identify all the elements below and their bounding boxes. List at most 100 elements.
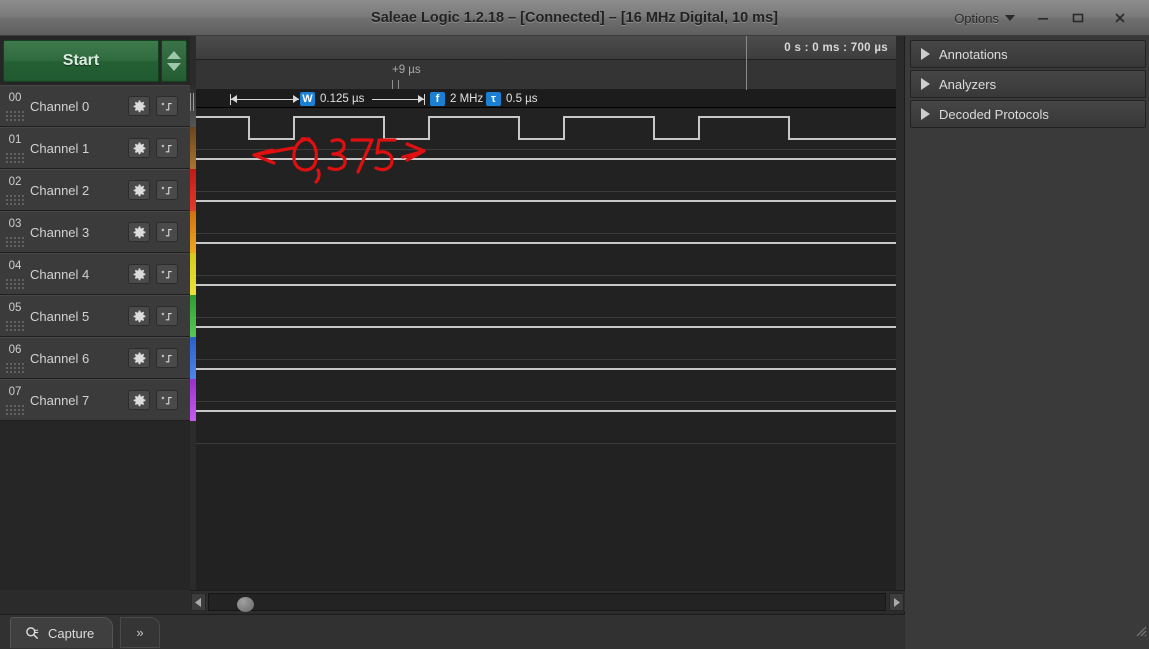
waveform-row[interactable]	[196, 402, 896, 444]
sidebar-panel-annotations[interactable]: Annotations	[910, 40, 1146, 68]
channel-row[interactable]: 01 Channel 1	[0, 127, 190, 169]
gear-icon	[133, 141, 145, 154]
capture-expand-button[interactable]: »	[120, 617, 160, 648]
channel-trigger-button[interactable]	[156, 138, 178, 158]
channel-row[interactable]: 06 Channel 6	[0, 337, 190, 379]
channel-trigger-button[interactable]	[156, 180, 178, 200]
channel-drag-handle[interactable]	[5, 110, 25, 122]
scroll-track[interactable]	[208, 593, 886, 612]
measure-line-right	[372, 99, 424, 100]
channel-trigger-button[interactable]	[156, 96, 178, 116]
chevron-left-icon	[195, 597, 201, 607]
channel-index: 04	[8, 260, 22, 272]
channel-row[interactable]: 07 Channel 7	[0, 379, 190, 421]
waveform-segment	[653, 116, 655, 140]
ruler-label: +9 µs	[392, 64, 421, 76]
trigger-edge-icon	[161, 144, 172, 152]
triangle-right-icon	[921, 108, 930, 120]
channel-trigger-button[interactable]	[156, 264, 178, 284]
waveform-segment	[563, 116, 565, 140]
channel-name: Channel 2	[30, 183, 90, 198]
minimize-button[interactable]	[1025, 0, 1060, 36]
trigger-edge-icon	[161, 228, 172, 236]
channel-drag-handle[interactable]	[5, 320, 25, 332]
channel-trigger-button[interactable]	[156, 222, 178, 242]
waveform-graph[interactable]	[196, 108, 896, 590]
channel-drag-handle[interactable]	[5, 404, 25, 416]
timeline-header[interactable]: 0 s : 0 ms : 700 µs	[196, 36, 896, 60]
channel-index: 01	[8, 134, 22, 146]
waveform-segment	[383, 116, 385, 140]
channel-trigger-button[interactable]	[156, 306, 178, 326]
channel-row[interactable]: 05 Channel 5	[0, 295, 190, 337]
capture-options-stepper[interactable]	[161, 40, 187, 82]
tab-capture[interactable]: Capture	[10, 617, 114, 648]
waveform-segment	[653, 138, 698, 140]
horizontal-scrollbar[interactable]	[190, 590, 905, 612]
start-button[interactable]: Start	[3, 40, 159, 82]
waveform-row[interactable]	[196, 276, 896, 318]
waveform-row[interactable]	[196, 192, 896, 234]
waveform-segment	[383, 138, 428, 140]
channel-drag-handle[interactable]	[5, 194, 25, 206]
width-value: 0.125 µs	[320, 93, 365, 105]
frequency-badge: f	[430, 92, 445, 106]
waveform-row[interactable]	[196, 150, 896, 192]
channel-drag-handle[interactable]	[5, 362, 25, 374]
channel-trigger-button[interactable]	[156, 390, 178, 410]
channel-list: 00 Channel 0 01 Channel 1 02 Channel 2 03 Chann…	[0, 85, 190, 590]
sidebar-panel-label: Annotations	[939, 46, 1008, 62]
options-menu-button[interactable]: Options	[944, 0, 1025, 36]
channel-settings-button[interactable]	[128, 348, 150, 368]
scroll-right-button[interactable]	[889, 593, 904, 611]
channel-drag-handle[interactable]	[5, 152, 25, 164]
channel-drag-handle[interactable]	[5, 278, 25, 290]
channel-drag-handle[interactable]	[5, 236, 25, 248]
minimize-icon	[1037, 18, 1048, 20]
trigger-edge-icon	[161, 396, 172, 404]
waveform-segment	[518, 138, 563, 140]
channel-name: Channel 4	[30, 267, 90, 282]
waveform-segment	[293, 116, 295, 140]
channel-row[interactable]: 03 Channel 3	[0, 211, 190, 253]
waveform-row[interactable]	[196, 360, 896, 402]
maximize-button[interactable]	[1060, 0, 1095, 36]
waveform-segment	[293, 116, 383, 118]
sidebar-panel-analyzers[interactable]: Analyzers	[910, 70, 1146, 98]
scroll-thumb[interactable]	[237, 597, 254, 612]
time-cursor-line	[746, 36, 747, 60]
triangle-down-icon	[167, 63, 181, 71]
gear-icon	[133, 267, 145, 280]
gear-icon	[133, 351, 145, 364]
scroll-left-button[interactable]	[191, 593, 206, 611]
waveform-row[interactable]	[196, 234, 896, 276]
channel-settings-button[interactable]	[128, 222, 150, 242]
pane-divider-handle[interactable]	[188, 85, 196, 119]
channel-settings-button[interactable]	[128, 180, 150, 200]
trigger-edge-icon	[161, 186, 172, 194]
channel-settings-button[interactable]	[128, 264, 150, 284]
time-ruler[interactable]: +9 µs	[196, 60, 896, 90]
gear-icon	[133, 309, 145, 322]
channel-row[interactable]: 04 Channel 4	[0, 253, 190, 295]
channel-settings-button[interactable]	[128, 306, 150, 326]
measure-arrow-mid-icon	[293, 95, 299, 103]
waveform-row[interactable]	[196, 318, 896, 360]
close-button[interactable]	[1102, 0, 1137, 36]
ruler-tick	[398, 80, 399, 89]
frequency-value: 2 MHz	[450, 93, 484, 105]
period-badge: τ	[486, 92, 501, 106]
waveform-segment	[196, 410, 896, 412]
sidebar-panel-decoded-protocols[interactable]: Decoded Protocols	[910, 100, 1146, 128]
waveform-segment	[196, 116, 248, 118]
channel-settings-button[interactable]	[128, 96, 150, 116]
window-resize-grip-icon[interactable]	[1133, 623, 1147, 637]
channel-settings-button[interactable]	[128, 390, 150, 410]
chevron-down-icon	[1005, 15, 1015, 21]
channel-settings-button[interactable]	[128, 138, 150, 158]
channel-trigger-button[interactable]	[156, 348, 178, 368]
channel-row[interactable]: 00 Channel 0	[0, 85, 190, 127]
waveform-row[interactable]	[196, 108, 896, 150]
waveform-segment	[788, 116, 790, 140]
channel-row[interactable]: 02 Channel 2	[0, 169, 190, 211]
